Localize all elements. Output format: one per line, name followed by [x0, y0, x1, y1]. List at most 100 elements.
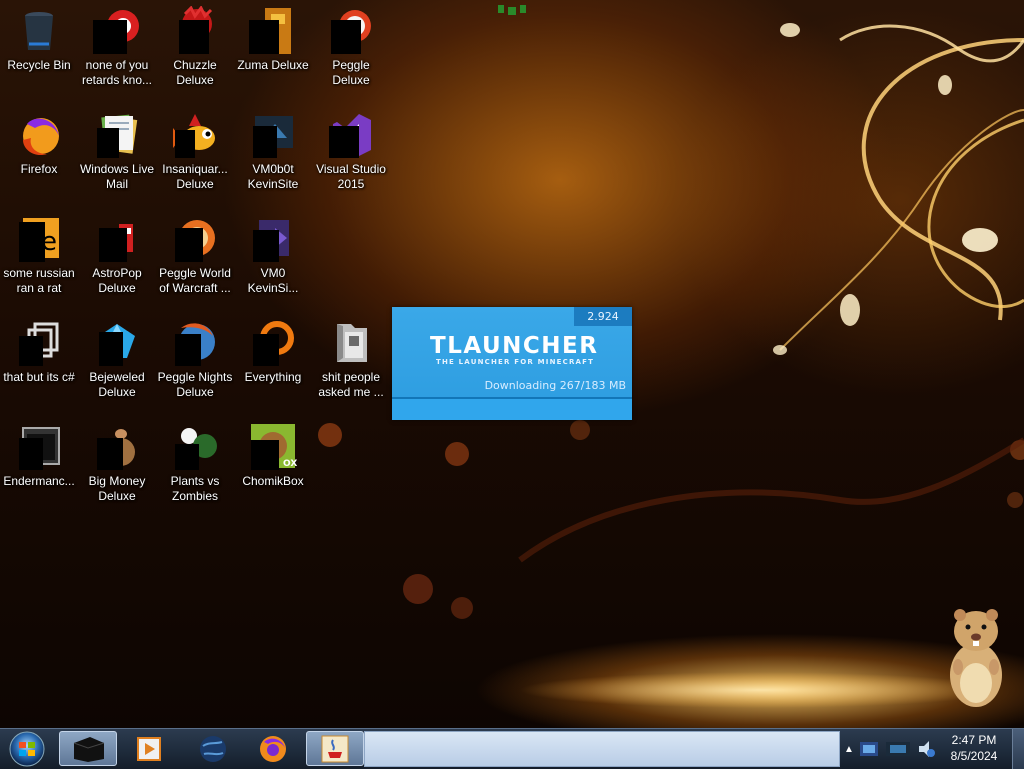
tlauncher-splash-window[interactable]: 2.924 TLAUNCHER THE LAUNCHER FOR MINECRA… — [392, 307, 632, 420]
tlauncher-progress-bar — [392, 397, 632, 420]
bejeweled-icon — [99, 324, 135, 366]
folder-icon — [337, 324, 367, 362]
svg-text:OX: OX — [283, 459, 297, 469]
desktop-icon-recycle-bin[interactable]: Recycle Bin — [0, 0, 78, 100]
desktop-icon-firefox[interactable]: Firefox — [0, 104, 78, 204]
peggle-nights-icon — [175, 323, 215, 366]
network-tray-icon[interactable] — [884, 738, 912, 760]
tlauncher-version-badge: 2.924 — [574, 307, 632, 326]
taskbar-clock[interactable]: 2:47 PM 8/5/2024 — [940, 732, 1008, 766]
peggle-wow-icon — [175, 220, 215, 262]
recycle-bin-icon — [25, 12, 53, 50]
desktop-icon-label: Peggle Nights Deluxe — [157, 370, 233, 399]
desktop-icon-none-of-you[interactable]: none of you retards kno... — [78, 0, 156, 100]
vm-tray-icon[interactable] — [858, 738, 880, 760]
clock-time: 2:47 PM — [951, 733, 997, 747]
taskbar: ▲ 2:47 PM 8/5/2024 — [0, 728, 1024, 769]
desktop-icon-vm0-kevinsi[interactable]: VM0 KevinSi... — [234, 208, 312, 308]
chuzzle-icon — [179, 6, 213, 54]
firefox-icon — [260, 735, 286, 762]
desktop-icon-label: ChomikBox — [242, 474, 304, 488]
desktop-icon-label: Recycle Bin — [7, 58, 71, 72]
media-player-icon — [137, 736, 161, 761]
desktop-icon-chomikbox[interactable]: OX ChomikBox — [234, 416, 312, 516]
desktop-icon-some-russian[interactable]: e some russian ran a rat — [0, 208, 78, 308]
desktop-icon-label: Insaniquar... Deluxe — [162, 162, 228, 191]
desktop-icon-zuma-deluxe[interactable]: Zuma Deluxe — [234, 0, 312, 100]
tlauncher-subtitle: THE LAUNCHER FOR MINECRAFT — [436, 358, 595, 366]
taskbar-app-media-player[interactable] — [120, 731, 178, 766]
taskbar-app-firefox[interactable] — [244, 731, 302, 766]
desktop-icon-label: VM0b0t KevinSite — [247, 162, 299, 191]
desktop-icon-vm0b0t-kevinsite[interactable]: VM0b0t KevinSite — [234, 104, 312, 204]
copy-files-icon — [19, 322, 59, 366]
big-money-icon — [97, 429, 135, 470]
windows-live-mail-icon — [97, 114, 138, 158]
desktop-icon-that-but-its-csharp[interactable]: that but its c# — [0, 312, 78, 412]
peggle-icon — [331, 10, 371, 54]
desktop-icon-label: Zuma Deluxe — [237, 58, 309, 72]
desktop-icon-label: Visual Studio 2015 — [316, 162, 386, 191]
terminal-icon — [19, 427, 60, 470]
desktop-icon-visual-studio-2015[interactable]: Visual Studio 2015 — [312, 104, 390, 204]
desktop-icon-label: Firefox — [20, 162, 58, 176]
zuma-icon — [249, 8, 291, 54]
desktop-icon-label: VM0 KevinSi... — [247, 266, 299, 295]
desktop-icon-label: Peggle World of Warcraft ... — [159, 266, 231, 295]
tlauncher-progress-fill — [392, 397, 632, 420]
desktop-icon-label: Windows Live Mail — [79, 162, 155, 191]
chomikbox-icon: OX — [251, 424, 297, 470]
plants-vs-zombies-icon — [175, 428, 217, 470]
show-desktop-button[interactable] — [1012, 729, 1024, 769]
desktop-icon-peggle-deluxe[interactable]: Peggle Deluxe — [312, 0, 390, 100]
desktop-icon-label: some russian ran a rat — [3, 266, 75, 295]
desktop-icon-endermanch[interactable]: Endermanc... — [0, 416, 78, 516]
desktop-icon-plants-vs-zombies[interactable]: Plants vs Zombies — [156, 416, 234, 516]
tlauncher-download-status: Downloading 267/183 MB — [484, 379, 626, 392]
firefox-icon — [23, 118, 59, 156]
desktop-icon-peggle-nights[interactable]: Peggle Nights Deluxe — [156, 312, 234, 412]
desktop-icon-label: that but its c# — [3, 370, 75, 384]
java-icon — [321, 735, 349, 762]
clock-date: 8/5/2024 — [950, 749, 998, 763]
desktop-icon-label: Bejeweled Deluxe — [89, 370, 145, 399]
desktop-icon-label: Peggle Deluxe — [332, 58, 370, 87]
desktop-icon-label: AstroPop Deluxe — [92, 266, 142, 295]
everything-search-icon — [253, 321, 294, 366]
insaniquarium-icon — [173, 114, 215, 158]
desktop-icon-insaniquarium[interactable]: Insaniquar... Deluxe — [156, 104, 234, 204]
desktop-icon-windows-live-mail[interactable]: Windows Live Mail — [78, 104, 156, 204]
astropop-icon — [99, 224, 133, 262]
desktop-icon-everything[interactable]: Everything — [234, 312, 312, 412]
desktop-icon-bejeweled-deluxe[interactable]: Bejeweled Deluxe — [78, 312, 156, 412]
taskbar-open-region — [364, 731, 840, 767]
taskbar-app-browser-globe[interactable] — [184, 731, 242, 766]
taskbar-app-java[interactable] — [306, 731, 364, 766]
desktop-icon-label: none of you retards kno... — [81, 58, 153, 87]
chevron-up-icon: ▲ — [844, 743, 854, 755]
wallpaper-notch — [498, 5, 526, 15]
generic-app-icon: e — [19, 218, 59, 262]
speaker-tray-icon[interactable] — [916, 738, 936, 760]
desktop-icon-label: Plants vs Zombies — [170, 474, 220, 503]
desktop-icon-astropop-deluxe[interactable]: AstroPop Deluxe — [78, 208, 156, 308]
desktop-icon-label: Endermanc... — [3, 474, 75, 488]
visual-studio-icon — [329, 114, 371, 158]
desktop-icon-label: Big Money Deluxe — [88, 474, 146, 503]
taskbar-app-terminal[interactable] — [59, 731, 117, 766]
desktop-icon-label: shit people asked me ... — [318, 370, 384, 399]
shortcut-icon — [253, 116, 293, 158]
generic-app-icon — [93, 10, 139, 54]
desktop-icon-label: Chuzzle Deluxe — [173, 58, 217, 87]
desktop-icon-label: Everything — [244, 370, 302, 384]
globe-icon — [200, 735, 226, 762]
desktop-icon-shit-people-asked[interactable]: shit people asked me ... — [312, 312, 390, 412]
desktop-icon-chuzzle-deluxe[interactable]: Chuzzle Deluxe — [156, 0, 234, 100]
show-hidden-icons-button[interactable]: ▲ — [842, 737, 856, 761]
tlauncher-logo-title: TLAUNCHER — [430, 333, 599, 359]
start-button[interactable] — [4, 730, 50, 768]
notification-area — [858, 733, 938, 765]
hamster-mascot-image — [950, 609, 1002, 707]
desktop-icon-big-money-deluxe[interactable]: Big Money Deluxe — [78, 416, 156, 516]
desktop-icon-peggle-wow[interactable]: Peggle World of Warcraft ... — [156, 208, 234, 308]
